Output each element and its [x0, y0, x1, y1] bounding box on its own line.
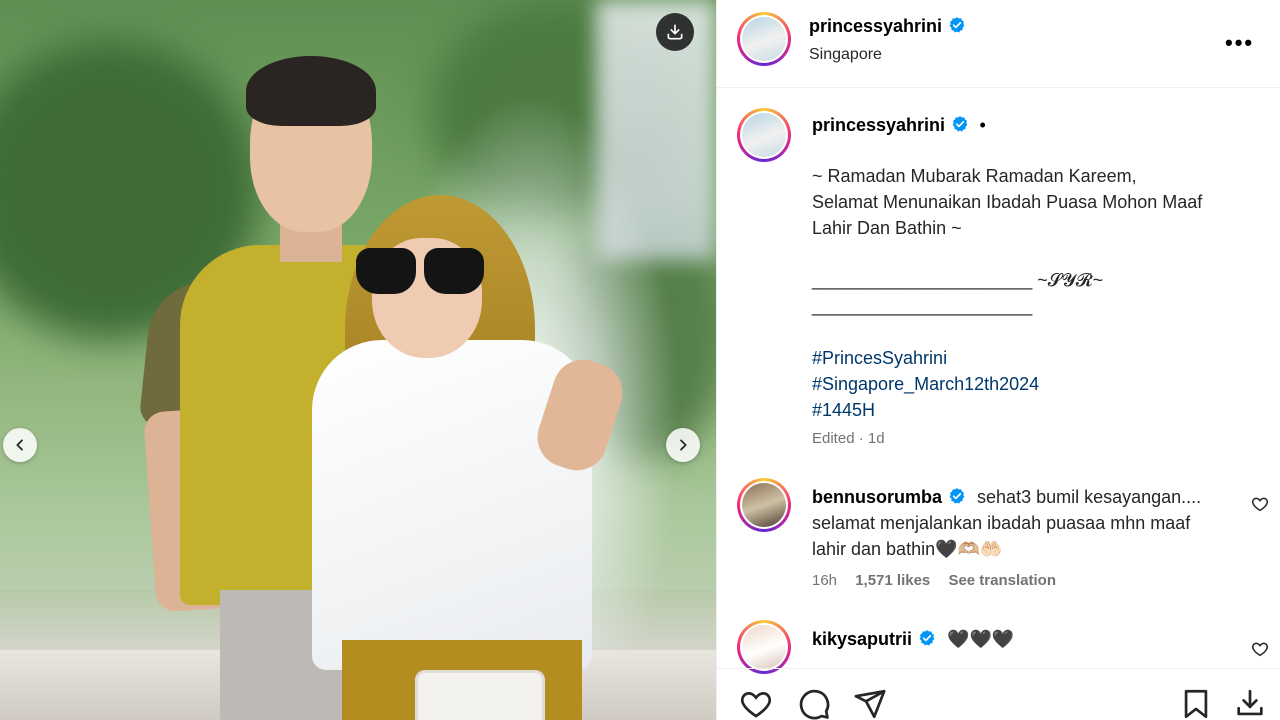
- caption-avatar[interactable]: [737, 108, 791, 162]
- caption-meta: Edited · 1d: [812, 430, 885, 447]
- comment: kikysaputrii 🖤🖤🖤: [812, 626, 1232, 652]
- heart-icon[interactable]: [1251, 495, 1269, 513]
- commenter-username[interactable]: bennusorumba: [812, 487, 942, 507]
- caption-line: Lahir Dan Bathin ~: [812, 218, 962, 238]
- edited-label: Edited: [812, 430, 855, 447]
- more-options-icon[interactable]: •••: [1225, 30, 1254, 56]
- see-translation-link[interactable]: See translation: [948, 572, 1056, 589]
- caption-line: ______________________: [812, 296, 1033, 316]
- sunglasses: [356, 248, 484, 300]
- author-username[interactable]: princessyahrini: [809, 16, 942, 36]
- comment-text: lahir dan bathin🖤🫶🏼🤲🏻: [812, 539, 1003, 559]
- author-avatar[interactable]: [737, 12, 791, 66]
- comment-text: selamat menjalankan ibadah puasaa mhn ma…: [812, 513, 1191, 533]
- comment-icon[interactable]: [797, 687, 831, 720]
- hashtag-link[interactable]: #1445H: [812, 397, 1252, 423]
- verified-badge-icon: [949, 488, 965, 504]
- woman-jacket: [312, 340, 592, 670]
- separator-dot: •: [979, 115, 986, 135]
- verified-badge-icon: [919, 630, 935, 646]
- caption-body: ~ Ramadan Mubarak Ramadan Kareem, Selama…: [812, 163, 1252, 423]
- caption-line: ~ Ramadan Mubarak Ramadan Kareem,: [812, 166, 1137, 186]
- man-hair: [246, 56, 376, 126]
- caption-username[interactable]: princessyahrini: [812, 115, 945, 135]
- comment-text: 🖤🖤🖤: [947, 629, 1015, 649]
- heart-icon[interactable]: [739, 687, 773, 720]
- post-header: princessyahrini Singapore •••: [717, 0, 1280, 88]
- commenter-avatar[interactable]: [737, 478, 791, 532]
- action-bar: [717, 668, 1280, 720]
- previous-photo-button[interactable]: [3, 428, 37, 462]
- comment-time[interactable]: 16h: [812, 572, 837, 589]
- hashtag-link[interactable]: #PrincesSyahrini: [812, 345, 1252, 371]
- post-details-panel: princessyahrini Singapore ••• princessya…: [716, 0, 1280, 720]
- bookmark-icon[interactable]: [1179, 687, 1213, 720]
- next-photo-button[interactable]: [666, 428, 700, 462]
- chevron-right-icon: [680, 439, 687, 451]
- commenter-avatar[interactable]: [737, 620, 791, 674]
- comment-likes[interactable]: 1,571 likes: [855, 572, 930, 589]
- post-age[interactable]: 1d: [868, 430, 885, 447]
- heart-icon[interactable]: [1251, 640, 1269, 658]
- verified-badge-icon: [949, 17, 965, 33]
- author-row: princessyahrini: [809, 16, 966, 37]
- caption-line: [812, 241, 1252, 267]
- caption-line: [812, 319, 1252, 345]
- download-icon[interactable]: [656, 13, 694, 51]
- comment-text: sehat3 bumil kesayangan....: [977, 487, 1202, 507]
- caption-line: ______________________ ~𝓢𝓨𝓡~: [812, 270, 1104, 290]
- caption-line: Selamat Menunaikan Ibadah Puasa Mohon Ma…: [812, 192, 1203, 212]
- commenter-username[interactable]: kikysaputrii: [812, 629, 912, 649]
- handbag: [415, 670, 545, 720]
- comment: bennusorumba sehat3 bumil kesayangan....…: [812, 484, 1232, 562]
- chevron-left-icon: [16, 439, 23, 451]
- caption-author-row: princessyahrini •: [812, 115, 986, 136]
- comment-meta: 16h 1,571 likes See translation: [812, 572, 1056, 589]
- post-location[interactable]: Singapore: [809, 46, 882, 64]
- verified-badge-icon: [952, 116, 968, 132]
- post-viewer: princessyahrini Singapore ••• princessya…: [0, 0, 1280, 720]
- send-icon[interactable]: [853, 687, 887, 720]
- post-photo[interactable]: [0, 0, 716, 720]
- hashtag-link[interactable]: #Singapore_March12th2024: [812, 371, 1252, 397]
- download-icon[interactable]: [1233, 687, 1267, 720]
